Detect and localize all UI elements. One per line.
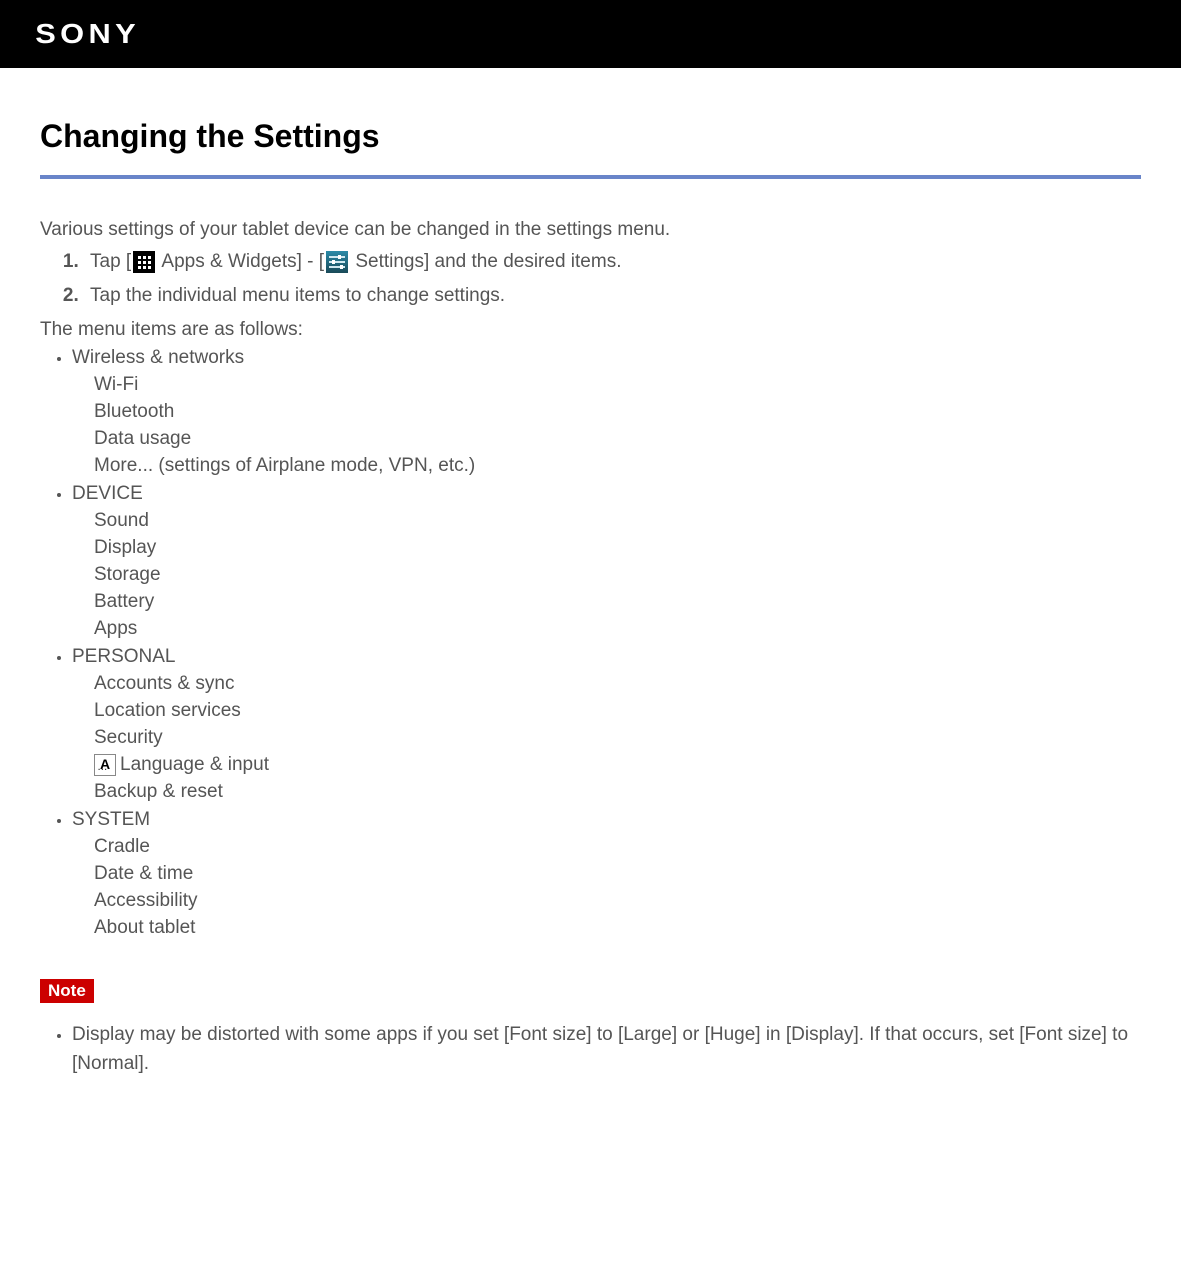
list-item: Apps: [94, 618, 1141, 640]
page-title: Changing the Settings: [40, 118, 1141, 155]
note-label: Note: [40, 979, 94, 1003]
list-item: Security: [94, 727, 1141, 749]
group-system: SYSTEM Cradle Date & time Accessibility …: [72, 809, 1141, 939]
list-item: Date & time: [94, 863, 1141, 885]
intro-text: Various settings of your tablet device c…: [40, 219, 1141, 241]
list-item-label: Language & input: [120, 754, 269, 775]
group-items: Sound Display Storage Battery Apps: [72, 510, 1141, 640]
list-item: Wi-Fi: [94, 374, 1141, 396]
group-device: DEVICE Sound Display Storage Battery App…: [72, 483, 1141, 640]
settings-icon: [326, 251, 348, 273]
list-item: More... (settings of Airplane mode, VPN,…: [94, 455, 1141, 477]
group-wireless: Wireless & networks Wi-Fi Bluetooth Data…: [72, 347, 1141, 477]
list-item: Accounts & sync: [94, 673, 1141, 695]
group-personal: PERSONAL Accounts & sync Location servic…: [72, 646, 1141, 803]
list-item: Bluetooth: [94, 401, 1141, 423]
note-item: Display may be distorted with some apps …: [72, 1021, 1141, 1078]
step-1-text-a: Tap [: [90, 251, 131, 272]
group-title: Wireless & networks: [72, 347, 244, 368]
note-block: Note Display may be distorted with some …: [40, 979, 1141, 1078]
list-item: Sound: [94, 510, 1141, 532]
step-1: Tap [ Apps & Widgets] - [ Settings] and …: [84, 251, 1141, 273]
group-title: SYSTEM: [72, 809, 150, 830]
list-item: Battery: [94, 591, 1141, 613]
group-items: Accounts & sync Location services Securi…: [72, 673, 1141, 803]
list-item: Data usage: [94, 428, 1141, 450]
group-title: DEVICE: [72, 483, 143, 504]
header-bar: SONY: [0, 0, 1181, 68]
group-items: Cradle Date & time Accessibility About t…: [72, 836, 1141, 939]
group-title: PERSONAL: [72, 646, 175, 667]
menu-groups: Wireless & networks Wi-Fi Bluetooth Data…: [40, 347, 1141, 939]
note-list: Display may be distorted with some apps …: [40, 1021, 1141, 1078]
brand-logo: SONY: [35, 18, 140, 50]
content-area: Changing the Settings Various settings o…: [0, 68, 1181, 1126]
group-items: Wi-Fi Bluetooth Data usage More... (sett…: [72, 374, 1141, 477]
step-1-text-b: Apps & Widgets] - [: [157, 251, 324, 272]
list-item: Cradle: [94, 836, 1141, 858]
step-2: Tap the individual menu items to change …: [84, 285, 1141, 307]
apps-icon: [133, 251, 155, 273]
list-item: ALanguage & input: [94, 754, 1141, 776]
list-item: Accessibility: [94, 890, 1141, 912]
language-icon: A: [94, 754, 116, 776]
menu-intro: The menu items are as follows:: [40, 319, 1141, 341]
list-item: Backup & reset: [94, 781, 1141, 803]
list-item: Display: [94, 537, 1141, 559]
list-item: Storage: [94, 564, 1141, 586]
steps-list: Tap [ Apps & Widgets] - [ Settings] and …: [40, 251, 1141, 307]
list-item: Location services: [94, 700, 1141, 722]
list-item: About tablet: [94, 917, 1141, 939]
title-divider: [40, 175, 1141, 179]
step-1-text-c: Settings] and the desired items.: [350, 251, 621, 272]
